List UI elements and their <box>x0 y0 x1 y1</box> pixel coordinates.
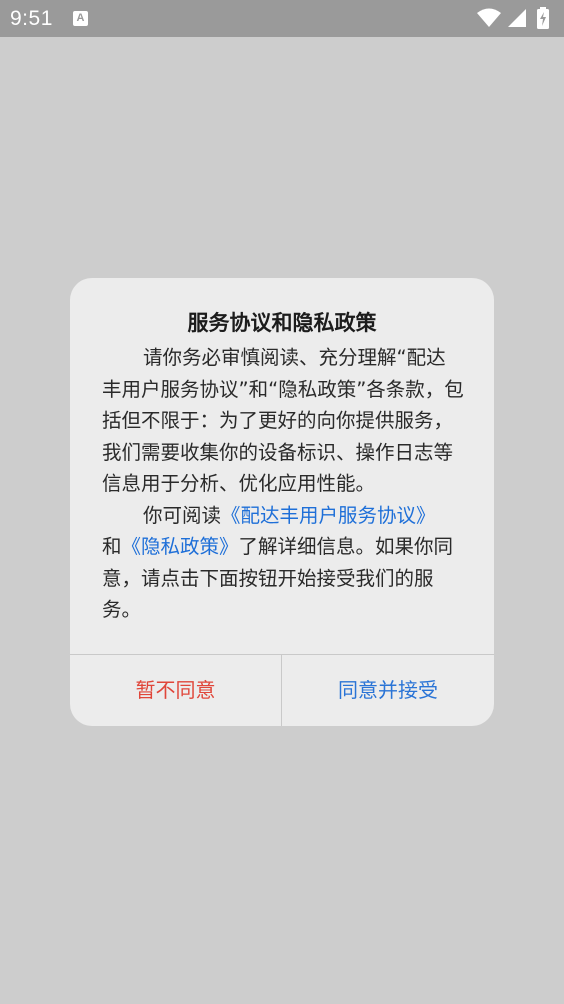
status-bar: 9:51 A <box>0 0 564 37</box>
dialog-body: 请你务必审慎阅读、充分理解“配达丰用户服务协议”和“隐私政策”各条款，包括但不限… <box>102 342 464 626</box>
notification-a-icon: A <box>73 11 88 26</box>
dialog-title: 服务协议和隐私政策 <box>187 311 377 335</box>
status-time: 9:51 <box>10 7 53 30</box>
privacy-policy-link[interactable]: 《隐私政策》 <box>122 535 239 558</box>
agree-button[interactable]: 同意并接受 <box>282 655 494 726</box>
battery-icon <box>537 7 549 29</box>
service-agreement-link[interactable]: 《配达丰用户服务协议》 <box>221 504 436 527</box>
disagree-button[interactable]: 暂不同意 <box>70 655 281 726</box>
wifi-icon <box>477 8 501 27</box>
dialog-paragraph-2: 你可阅读《配达丰用户服务协议》 和《隐私政策》了解详细信息。如果你同意，请点击下面… <box>102 500 464 626</box>
paragraph-2-and: 和 <box>102 535 122 558</box>
status-icons <box>476 7 556 29</box>
dialog-paragraph-1: 请你务必审慎阅读、充分理解“配达丰用户服务协议”和“隐私政策”各条款，包括但不限… <box>102 346 464 495</box>
signal-icon <box>508 9 526 27</box>
paragraph-2-prefix: 你可阅读 <box>143 503 222 527</box>
privacy-dialog: 服务协议和隐私政策 请你务必审慎阅读、充分理解“配达丰用户服务协议”和“隐私政策… <box>70 278 494 726</box>
